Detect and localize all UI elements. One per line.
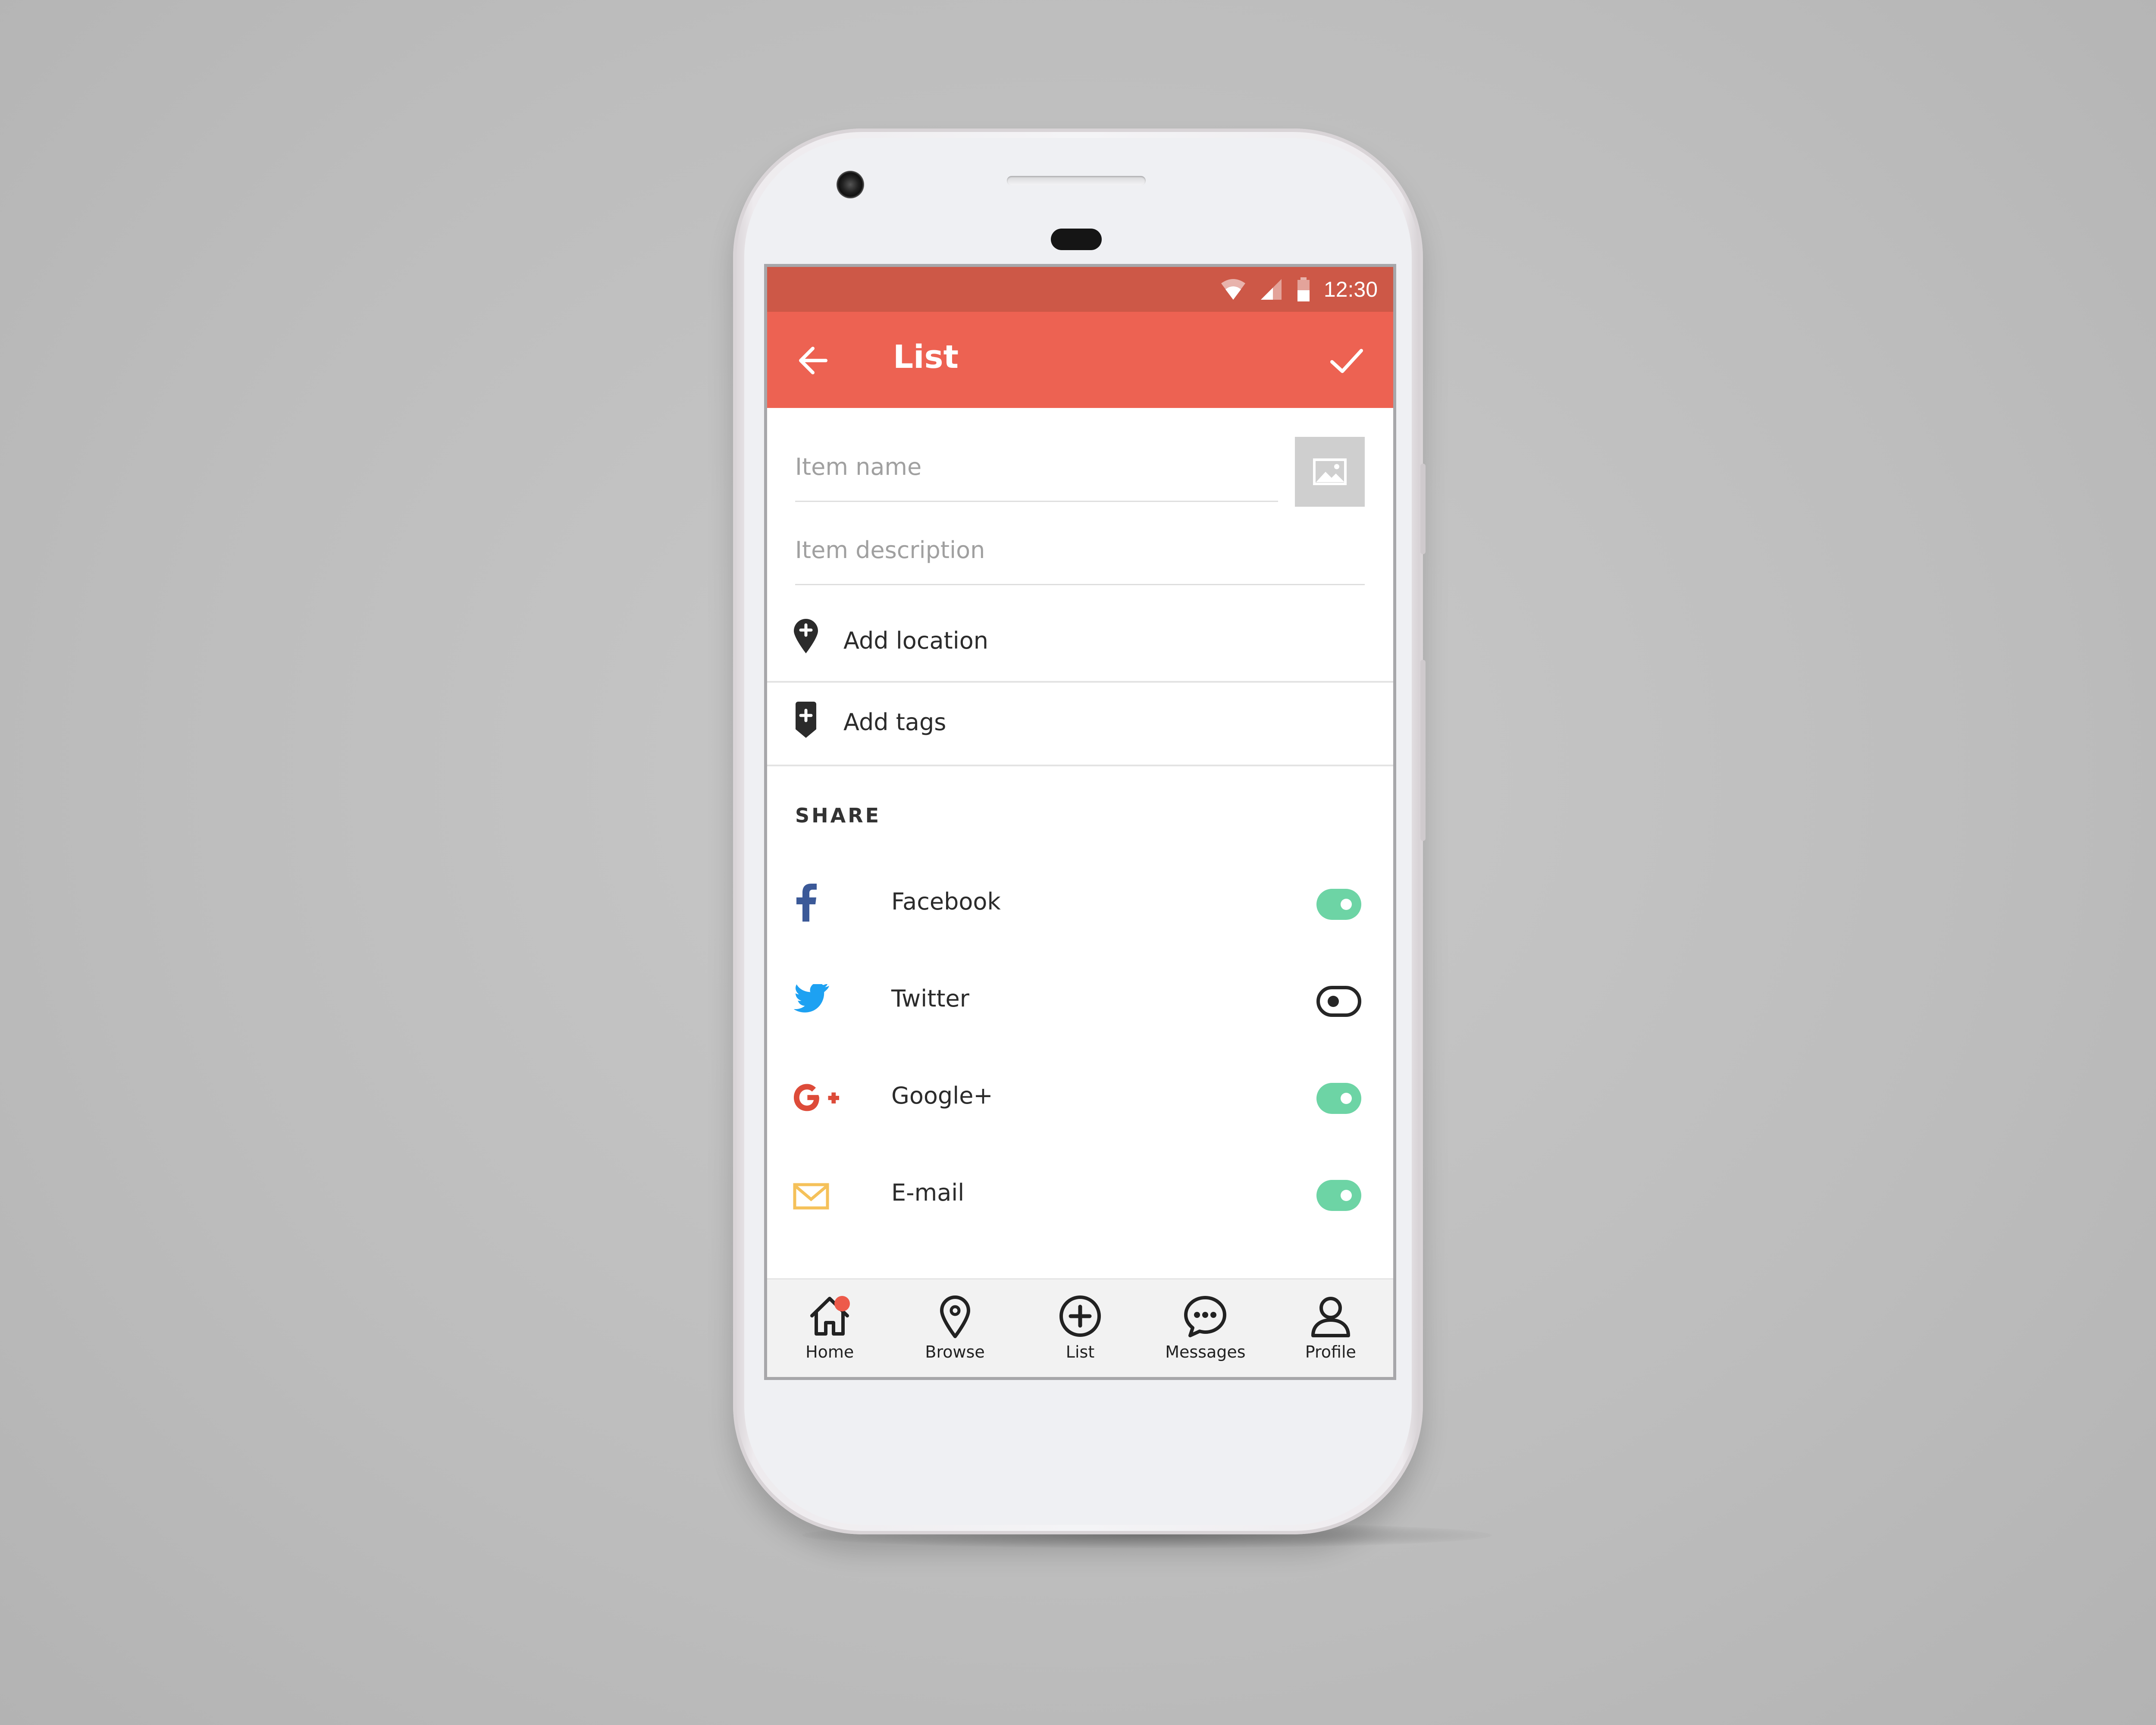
toggle-knob: [1341, 899, 1352, 910]
twitter-icon: [793, 976, 840, 1024]
status-bar: 12:30: [767, 267, 1393, 312]
share-row-twitter: Twitter: [767, 976, 1393, 1041]
nav-profile[interactable]: Profile: [1268, 1280, 1393, 1377]
front-camera: [837, 171, 864, 198]
plus-circle-icon: [1059, 1295, 1101, 1337]
arrow-left-icon: [799, 347, 827, 374]
nav-messages[interactable]: Messages: [1143, 1280, 1268, 1377]
share-row-facebook: Facebook: [767, 879, 1393, 944]
add-image-button[interactable]: [1295, 437, 1365, 507]
signal-icon: [1260, 279, 1282, 300]
battery-icon: [1297, 277, 1310, 301]
nav-home[interactable]: Home: [767, 1280, 892, 1377]
twitter-toggle[interactable]: [1316, 986, 1361, 1017]
tag-add-icon: [796, 702, 816, 738]
image-icon: [1313, 458, 1347, 485]
nav-list[interactable]: List: [1018, 1280, 1143, 1377]
google-plus-toggle[interactable]: [1316, 1083, 1361, 1114]
add-location-row[interactable]: Add location: [767, 603, 1393, 681]
check-icon: [1330, 349, 1363, 373]
nav-label: Home: [805, 1342, 854, 1361]
share-label: Google+: [891, 1082, 993, 1109]
bottom-navigation: Home Browse List Messages Profile: [767, 1278, 1393, 1377]
facebook-toggle[interactable]: [1316, 889, 1361, 920]
location-add-icon: [794, 619, 818, 653]
item-name-placeholder: Item name: [795, 453, 922, 480]
status-time: 12:30: [1323, 277, 1378, 301]
google-plus-icon: [793, 1073, 840, 1121]
item-description-placeholder: Item description: [795, 536, 985, 564]
page-title: List: [893, 339, 959, 376]
volume-button: [1420, 660, 1426, 841]
confirm-button[interactable]: [1327, 342, 1366, 379]
phone-screen: 12:30 List Item name Item description Ad…: [764, 264, 1396, 1380]
share-row-email: E-mail: [767, 1170, 1393, 1235]
share-label: Facebook: [891, 888, 1001, 915]
divider: [767, 765, 1393, 766]
item-name-field[interactable]: Item name: [795, 453, 1278, 502]
toggle-knob: [1341, 1190, 1352, 1201]
user-icon: [1311, 1297, 1350, 1337]
add-tags-row[interactable]: Add tags: [767, 683, 1393, 765]
location-pin-icon: [940, 1295, 970, 1338]
toggle-knob: [1328, 996, 1339, 1007]
app-bar: List: [767, 312, 1393, 408]
proximity-sensor: [1051, 229, 1102, 250]
nav-label: List: [1065, 1342, 1095, 1361]
nav-label: Profile: [1305, 1342, 1356, 1361]
wifi-icon: [1221, 279, 1245, 300]
share-label: Twitter: [891, 985, 969, 1012]
nav-browse[interactable]: Browse: [892, 1280, 1017, 1377]
share-heading: SHARE: [795, 804, 881, 827]
chat-bubble-icon: [1184, 1296, 1227, 1337]
mail-icon: [793, 1170, 840, 1218]
earpiece-speaker: [1007, 176, 1146, 185]
add-tags-label: Add tags: [843, 709, 946, 736]
nav-label: Browse: [925, 1342, 985, 1361]
facebook-icon: [793, 879, 840, 927]
toggle-knob: [1341, 1093, 1352, 1104]
back-button[interactable]: [795, 342, 832, 379]
share-row-google-plus: Google+: [767, 1073, 1393, 1138]
power-button: [1420, 464, 1426, 554]
item-description-field[interactable]: Item description: [795, 536, 1365, 585]
share-label: E-mail: [891, 1179, 965, 1206]
nav-label: Messages: [1165, 1342, 1246, 1361]
notification-badge: [834, 1296, 850, 1311]
email-toggle[interactable]: [1316, 1180, 1361, 1211]
add-location-label: Add location: [843, 627, 988, 654]
